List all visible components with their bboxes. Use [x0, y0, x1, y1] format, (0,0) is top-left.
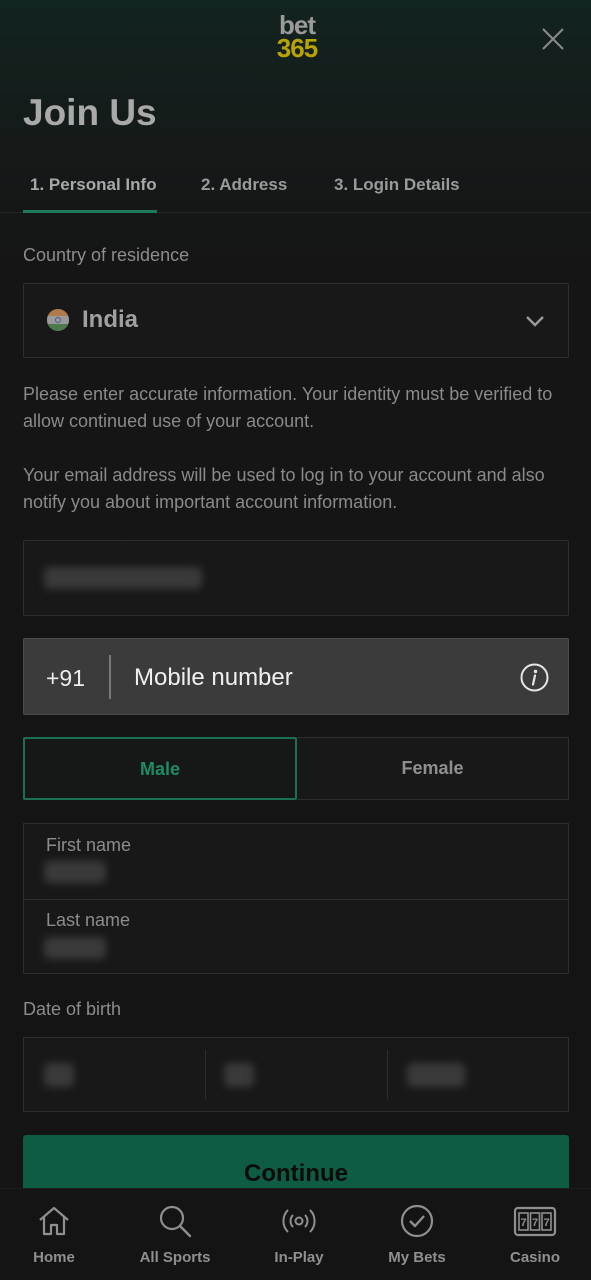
- country-label: Country of residence: [23, 245, 190, 265]
- dob-label: Date of birth: [23, 999, 122, 1019]
- nav-in-play[interactable]: In-Play: [244, 1189, 354, 1280]
- country-calling-code[interactable]: +91: [46, 665, 85, 692]
- bet365-logo: bet 365: [268, 12, 326, 64]
- bottom-navigation: Home All Sports In-Play My Bets 7 7 7 Ca…: [0, 1188, 591, 1280]
- chevron-down-icon: [526, 316, 544, 327]
- tab-personal-info[interactable]: 1. Personal Info: [30, 175, 157, 195]
- dob-field: [23, 1037, 569, 1112]
- country-value: India: [82, 306, 139, 333]
- nav-all-sports-label: All Sports: [139, 1249, 211, 1266]
- nav-home[interactable]: Home: [0, 1189, 109, 1280]
- first-name-value-blurred[interactable]: [44, 861, 106, 883]
- live-broadcast-icon: [282, 1209, 316, 1233]
- nav-all-sports[interactable]: All Sports: [120, 1189, 230, 1280]
- nav-my-bets[interactable]: My Bets: [362, 1189, 472, 1280]
- tab-login-details[interactable]: 3. Login Details: [334, 175, 460, 195]
- name-divider: [24, 899, 568, 900]
- country-select[interactable]: India: [23, 283, 569, 358]
- nav-my-bets-label: My Bets: [388, 1249, 446, 1266]
- dob-month-blurred[interactable]: [224, 1063, 254, 1087]
- email-field[interactable]: [23, 540, 569, 616]
- gender-female-button[interactable]: Female: [297, 737, 569, 800]
- nav-casino[interactable]: 7 7 7 Casino: [480, 1189, 590, 1280]
- svg-text:7: 7: [520, 1217, 526, 1229]
- dob-divider-1: [205, 1050, 206, 1099]
- dob-year-blurred[interactable]: [407, 1063, 465, 1087]
- close-icon: [542, 28, 564, 50]
- active-tab-indicator: [23, 210, 157, 213]
- nav-casino-label: Casino: [509, 1249, 560, 1266]
- verification-info-text: Please enter accurate information. Your …: [23, 384, 553, 431]
- gender-male-button[interactable]: Male: [23, 737, 297, 800]
- svg-text:7: 7: [543, 1217, 549, 1229]
- email-value-blurred: [44, 567, 202, 589]
- page-title: Join Us: [23, 92, 157, 133]
- tab-address[interactable]: 2. Address: [201, 175, 287, 195]
- logo-line-2: 365: [276, 33, 318, 63]
- last-name-value-blurred[interactable]: [44, 937, 106, 959]
- slot-machine-icon: 7 7 7: [513, 1206, 557, 1237]
- dob-day-blurred[interactable]: [44, 1063, 74, 1087]
- nav-in-play-label: In-Play: [274, 1249, 324, 1266]
- search-icon: [159, 1205, 192, 1238]
- dob-divider-2: [387, 1050, 388, 1099]
- info-icon[interactable]: [520, 663, 549, 692]
- svg-text:7: 7: [532, 1217, 538, 1229]
- check-circle-icon: [400, 1204, 434, 1238]
- home-icon: [39, 1206, 69, 1236]
- close-button[interactable]: [540, 26, 566, 52]
- gender-toggle: Male Female: [23, 737, 569, 800]
- india-flag-icon: [47, 309, 69, 331]
- mobile-number-field[interactable]: +91 Mobile number: [23, 638, 569, 715]
- last-name-label: Last name: [46, 910, 131, 930]
- name-fields: First name Last name: [23, 823, 569, 974]
- mobile-number-placeholder[interactable]: Mobile number: [134, 664, 293, 692]
- email-info-text: Your email address will be used to log i…: [23, 465, 545, 512]
- first-name-label: First name: [46, 835, 132, 855]
- phone-divider: [109, 655, 111, 699]
- nav-home-label: Home: [33, 1249, 75, 1266]
- step-tabs: 1. Personal Info 2. Address 3. Login Det…: [0, 160, 591, 213]
